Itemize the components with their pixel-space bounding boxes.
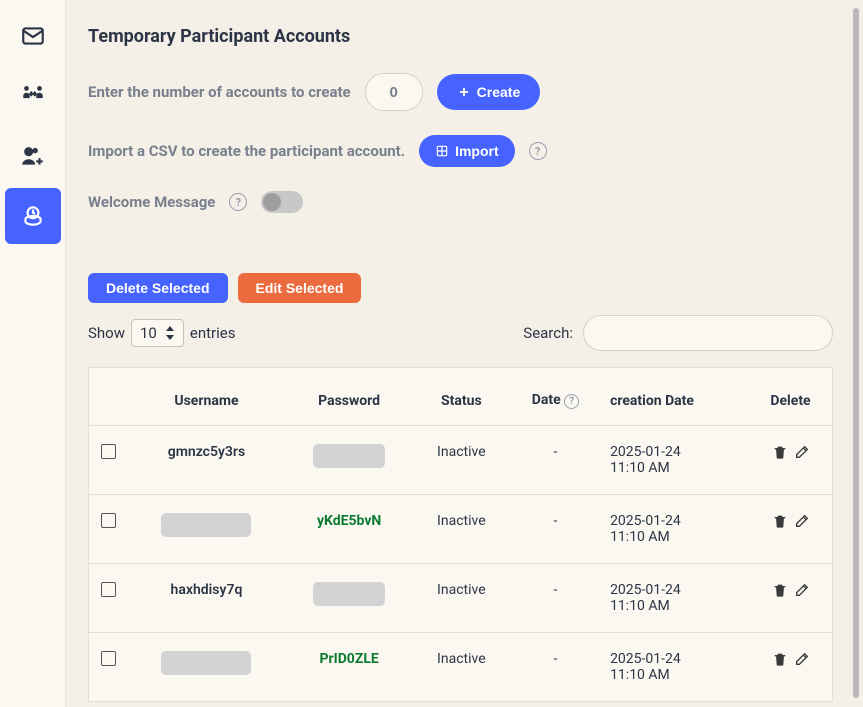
datatable-controls: Show 10 entries Search: bbox=[88, 315, 833, 351]
username-value: haxhdisy7q bbox=[171, 582, 243, 598]
creation-date-value: 2025-01-2411:10 AM bbox=[610, 582, 681, 614]
search-wrap: Search: bbox=[523, 315, 833, 351]
row-edit-button[interactable] bbox=[794, 513, 810, 533]
username-redacted bbox=[161, 513, 251, 537]
search-label: Search: bbox=[523, 324, 573, 342]
row-checkbox[interactable] bbox=[101, 651, 116, 666]
import-button-label: Import bbox=[455, 143, 499, 159]
welcome-row: Welcome Message ? bbox=[88, 191, 833, 213]
trash-icon bbox=[772, 651, 788, 667]
welcome-help-icon[interactable]: ? bbox=[229, 193, 247, 211]
people-arrows-icon bbox=[20, 83, 46, 109]
row-checkbox[interactable] bbox=[101, 444, 116, 459]
trash-icon bbox=[772, 513, 788, 529]
row-edit-button[interactable] bbox=[794, 582, 810, 602]
date-value: - bbox=[554, 582, 558, 598]
creation-date-value: 2025-01-2411:10 AM bbox=[610, 513, 681, 545]
clock-db-icon bbox=[20, 203, 46, 229]
main: Temporary Participant Accounts Enter the… bbox=[66, 0, 863, 707]
date-value: - bbox=[554, 651, 558, 667]
col-password[interactable]: Password bbox=[284, 368, 413, 426]
creation-date-value: 2025-01-2411:10 AM bbox=[610, 444, 681, 476]
page-size-select[interactable]: 10 bbox=[131, 319, 184, 347]
user-plus-icon bbox=[20, 143, 46, 169]
trash-icon bbox=[772, 444, 788, 460]
scrollbar[interactable] bbox=[853, 8, 859, 698]
show-label: Show bbox=[88, 324, 125, 342]
edit-selected-button[interactable]: Edit Selected bbox=[238, 273, 362, 303]
username-value: gmnzc5y3rs bbox=[168, 444, 245, 460]
status-value: Inactive bbox=[437, 513, 486, 529]
edit-selected-label: Edit Selected bbox=[256, 280, 344, 296]
date-help-icon[interactable]: ? bbox=[564, 394, 579, 409]
date-value: - bbox=[554, 444, 558, 460]
row-edit-button[interactable] bbox=[794, 444, 810, 464]
sidebar-item-mail[interactable] bbox=[5, 8, 61, 64]
row-delete-button[interactable] bbox=[772, 513, 788, 533]
col-creation-date[interactable]: creation Date bbox=[602, 368, 749, 426]
creation-date-value: 2025-01-2411:10 AM bbox=[610, 651, 681, 683]
app-root: Temporary Participant Accounts Enter the… bbox=[0, 0, 863, 707]
password-value: PrID0ZLE bbox=[319, 651, 378, 667]
create-button[interactable]: Create bbox=[437, 74, 541, 110]
status-value: Inactive bbox=[437, 582, 486, 598]
welcome-label: Welcome Message bbox=[88, 193, 215, 211]
table-import-icon bbox=[435, 144, 449, 158]
edit-icon bbox=[794, 444, 810, 460]
import-label: Import a CSV to create the participant a… bbox=[88, 142, 405, 160]
entries-label: entries bbox=[190, 324, 236, 342]
welcome-toggle[interactable] bbox=[261, 191, 303, 213]
trash-icon bbox=[772, 582, 788, 598]
col-date-label: Date bbox=[532, 392, 561, 408]
import-button[interactable]: Import bbox=[419, 135, 515, 167]
col-username[interactable]: Username bbox=[129, 368, 285, 426]
row-edit-button[interactable] bbox=[794, 651, 810, 671]
import-row: Import a CSV to create the participant a… bbox=[88, 135, 833, 167]
row-delete-button[interactable] bbox=[772, 582, 788, 602]
col-date[interactable]: Date ? bbox=[509, 368, 602, 426]
page-title: Temporary Participant Accounts bbox=[88, 26, 833, 47]
col-status[interactable]: Status bbox=[414, 368, 509, 426]
accounts-count-input[interactable] bbox=[365, 73, 423, 111]
sidebar-item-connect[interactable] bbox=[5, 68, 61, 124]
row-checkbox[interactable] bbox=[101, 513, 116, 528]
search-input[interactable] bbox=[583, 315, 833, 351]
show-entries: Show 10 entries bbox=[88, 319, 235, 347]
accounts-table: Username Password Status Date ? creation… bbox=[88, 367, 833, 702]
password-redacted bbox=[313, 582, 385, 606]
password-value: yKdE5bvN bbox=[317, 513, 381, 529]
edit-icon bbox=[794, 513, 810, 529]
col-delete: Delete bbox=[749, 368, 832, 426]
status-value: Inactive bbox=[437, 651, 486, 667]
edit-icon bbox=[794, 651, 810, 667]
row-delete-button[interactable] bbox=[772, 651, 788, 671]
table-row: yKdE5bvN Inactive - 2025-01-2411:10 AM bbox=[89, 495, 833, 564]
username-redacted bbox=[161, 651, 251, 675]
sort-icon bbox=[165, 326, 175, 340]
create-label: Enter the number of accounts to create bbox=[88, 83, 351, 101]
create-row: Enter the number of accounts to create C… bbox=[88, 73, 833, 111]
table-row: PrID0ZLE Inactive - 2025-01-2411:10 AM bbox=[89, 633, 833, 702]
edit-icon bbox=[794, 582, 810, 598]
mail-icon bbox=[20, 23, 46, 49]
row-delete-button[interactable] bbox=[772, 444, 788, 464]
page-size-value: 10 bbox=[140, 324, 157, 342]
status-value: Inactive bbox=[437, 444, 486, 460]
delete-selected-button[interactable]: Delete Selected bbox=[88, 273, 228, 303]
table-row: gmnzc5y3rs Inactive - 2025-01-2411:10 AM bbox=[89, 426, 833, 495]
sidebar-item-add-users[interactable] bbox=[5, 128, 61, 184]
import-help-icon[interactable]: ? bbox=[529, 142, 547, 160]
password-redacted bbox=[313, 444, 385, 468]
sidebar-item-accounts[interactable] bbox=[5, 188, 61, 244]
plus-icon bbox=[457, 85, 471, 99]
actions-row: Delete Selected Edit Selected bbox=[88, 273, 833, 303]
create-button-label: Create bbox=[477, 84, 521, 100]
sidebar bbox=[0, 0, 66, 707]
table-row: haxhdisy7q Inactive - 2025-01-2411:10 AM bbox=[89, 564, 833, 633]
delete-selected-label: Delete Selected bbox=[106, 280, 210, 296]
date-value: - bbox=[554, 513, 558, 529]
row-checkbox[interactable] bbox=[101, 582, 116, 597]
